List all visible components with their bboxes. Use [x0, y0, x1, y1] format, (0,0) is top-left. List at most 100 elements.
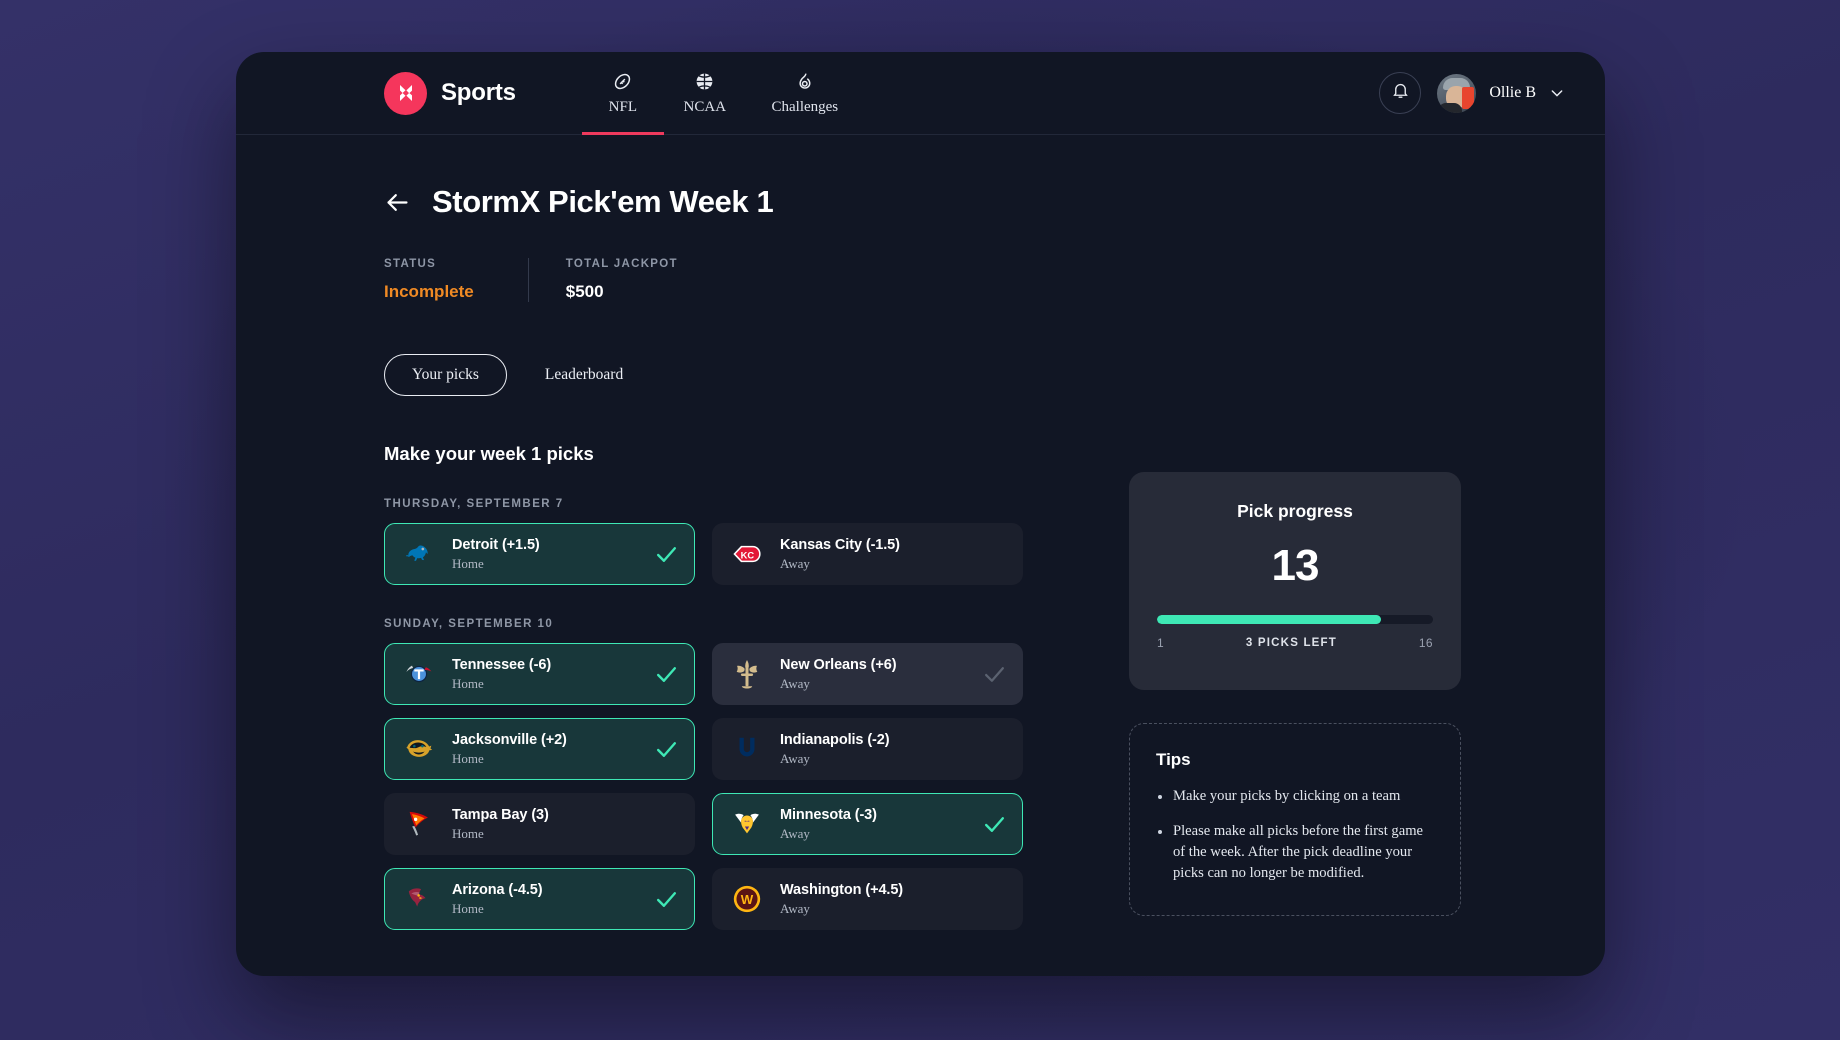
team-card[interactable]: Detroit (+1.5) Home: [384, 523, 695, 585]
team-info: New Orleans (+6) Away: [780, 657, 982, 692]
jackpot-value: $500: [565, 282, 604, 301]
picks-left-label: 3 PICKS LEFT: [1245, 637, 1337, 649]
day-label: THURSDAY, SEPTEMBER 7: [384, 498, 564, 510]
tab-leaderboard[interactable]: Leaderboard: [517, 354, 651, 396]
check-icon: [654, 542, 679, 567]
notifications-button[interactable]: [1379, 72, 1422, 114]
progress-bar-fill: [1157, 615, 1381, 624]
team-card[interactable]: W Washington (+4.5) Away: [712, 868, 1023, 930]
team-name: Tampa Bay (3): [452, 806, 549, 823]
nav-label-nfl: NFL: [608, 98, 637, 115]
team-card[interactable]: New Orleans (+6) Away: [712, 643, 1023, 705]
status-block: STATUS Incomplete: [384, 258, 528, 302]
tampa-bay-buccaneers-logo: [401, 807, 437, 841]
team-name: Indianapolis (-2): [780, 731, 890, 748]
app-header: Sports NFL NCAA Challenges Ollie B: [236, 52, 1605, 135]
team-side: Away: [780, 825, 810, 841]
team-name: Kansas City (-1.5): [780, 536, 900, 553]
picks-column: THURSDAY, SEPTEMBER 7 Detroit (+1.5) Hom…: [384, 465, 1024, 943]
team-name: Minnesota (-3): [780, 806, 877, 823]
check-icon: [654, 887, 679, 912]
team-side: Home: [452, 750, 484, 766]
nav-item-challenges[interactable]: Challenges: [746, 52, 864, 135]
nav-label-ncaa: NCAA: [683, 98, 727, 115]
tab-bar: Your picks Leaderboard: [384, 354, 1605, 396]
check-icon: [982, 662, 1007, 687]
team-card[interactable]: Tampa Bay (3) Home: [384, 793, 695, 855]
team-card[interactable]: Indianapolis (-2) Away: [712, 718, 1023, 780]
side-column: Pick progress 13 1 3 PICKS LEFT 16 Tips …: [1129, 472, 1461, 943]
brand[interactable]: Sports: [384, 71, 516, 115]
page-body: StormX Pick'em Week 1 STATUS Incomplete …: [236, 135, 1605, 943]
game-row: Detroit (+1.5) Home KC Kansas City (-1.5…: [384, 523, 1024, 585]
chevron-down-icon: [1549, 85, 1565, 101]
team-card[interactable]: Jacksonville (+2) Home: [384, 718, 695, 780]
team-side: Away: [780, 675, 810, 691]
team-card[interactable]: Minnesota (-3) Away: [712, 793, 1023, 855]
team-name: Jacksonville (+2): [452, 731, 567, 748]
team-card[interactable]: KC Kansas City (-1.5) Away: [712, 523, 1023, 585]
minnesota-vikings-logo: [729, 807, 765, 841]
team-name: Tennessee (-6): [452, 656, 552, 673]
jackpot-block: TOTAL JACKPOT $500: [527, 258, 732, 302]
section-title: Make your week 1 picks: [384, 443, 594, 464]
pick-progress-panel: Pick progress 13 1 3 PICKS LEFT 16: [1129, 472, 1461, 690]
team-side: Away: [780, 750, 810, 766]
progress-bar: [1157, 615, 1433, 624]
team-info: Tennessee (-6) Home: [452, 657, 654, 692]
nav-label-challenges: Challenges: [771, 98, 839, 115]
team-info: Tampa Bay (3) Home: [452, 807, 654, 842]
check-icon: [654, 737, 679, 762]
user-menu[interactable]: Ollie B: [1437, 73, 1565, 113]
team-info: Washington (+4.5) Away: [780, 882, 982, 917]
title-row: StormX Pick'em Week 1: [384, 184, 1605, 220]
team-card[interactable]: Arizona (-4.5) Home: [384, 868, 695, 930]
status-label: STATUS: [384, 258, 437, 270]
team-info: Indianapolis (-2) Away: [780, 732, 982, 767]
day-label: SUNDAY, SEPTEMBER 10: [384, 618, 554, 630]
team-info: Jacksonville (+2) Home: [452, 732, 654, 767]
tab-your-picks[interactable]: Your picks: [384, 354, 507, 396]
app-window: Sports NFL NCAA Challenges Ollie B Storm…: [236, 52, 1605, 976]
tips-heading: Tips: [1156, 750, 1191, 769]
team-name: Detroit (+1.5): [452, 536, 540, 553]
team-name: Washington (+4.5): [780, 881, 904, 898]
team-info: Arizona (-4.5) Home: [452, 882, 654, 917]
avatar: [1437, 73, 1477, 113]
team-side: Home: [452, 825, 484, 841]
day-group: SUNDAY, SEPTEMBER 10 Tennessee (-6) Home…: [384, 618, 1024, 930]
tips-list: Make your picks by clicking on a team Pl…: [1156, 786, 1434, 885]
game-row: Tampa Bay (3) Home Minnesota (-3) Away: [384, 793, 1024, 855]
team-side: Away: [780, 555, 810, 571]
jacksonville-jaguars-logo: [401, 732, 437, 766]
team-side: Home: [452, 900, 484, 916]
pick-progress-heading: Pick progress: [1237, 501, 1353, 521]
nav-item-ncaa[interactable]: NCAA: [664, 52, 746, 135]
arrow-left-icon[interactable]: [384, 189, 411, 216]
game-row: Jacksonville (+2) Home Indianapolis (-2)…: [384, 718, 1024, 780]
football-icon: [612, 71, 633, 92]
status-badge: Incomplete: [384, 282, 474, 301]
meta-row: STATUS Incomplete TOTAL JACKPOT $500: [384, 258, 1605, 302]
team-card[interactable]: Tennessee (-6) Home: [384, 643, 695, 705]
flame-icon: [794, 71, 815, 92]
team-info: Detroit (+1.5) Home: [452, 537, 654, 572]
user-name: Ollie B: [1489, 84, 1536, 101]
bell-icon: [1391, 81, 1410, 105]
new-orleans-saints-logo: [729, 657, 765, 691]
check-icon: [982, 812, 1007, 837]
basketball-icon: [694, 71, 715, 92]
team-side: Home: [452, 675, 484, 691]
team-name: New Orleans (+6): [780, 656, 897, 673]
tennessee-titans-logo: [401, 657, 437, 691]
day-group: THURSDAY, SEPTEMBER 7 Detroit (+1.5) Hom…: [384, 498, 1024, 585]
team-side: Away: [780, 900, 810, 916]
tips-panel: Tips Make your picks by clicking on a te…: [1129, 723, 1461, 916]
game-row: Arizona (-4.5) Home W Washington (+4.5) …: [384, 868, 1024, 930]
pick-count: 13: [1271, 541, 1320, 590]
arizona-cardinals-logo: [401, 882, 437, 916]
indianapolis-colts-logo: [729, 732, 765, 766]
x-logo-icon: [384, 71, 427, 115]
team-info: Kansas City (-1.5) Away: [780, 537, 982, 572]
nav-item-nfl[interactable]: NFL: [581, 52, 664, 135]
